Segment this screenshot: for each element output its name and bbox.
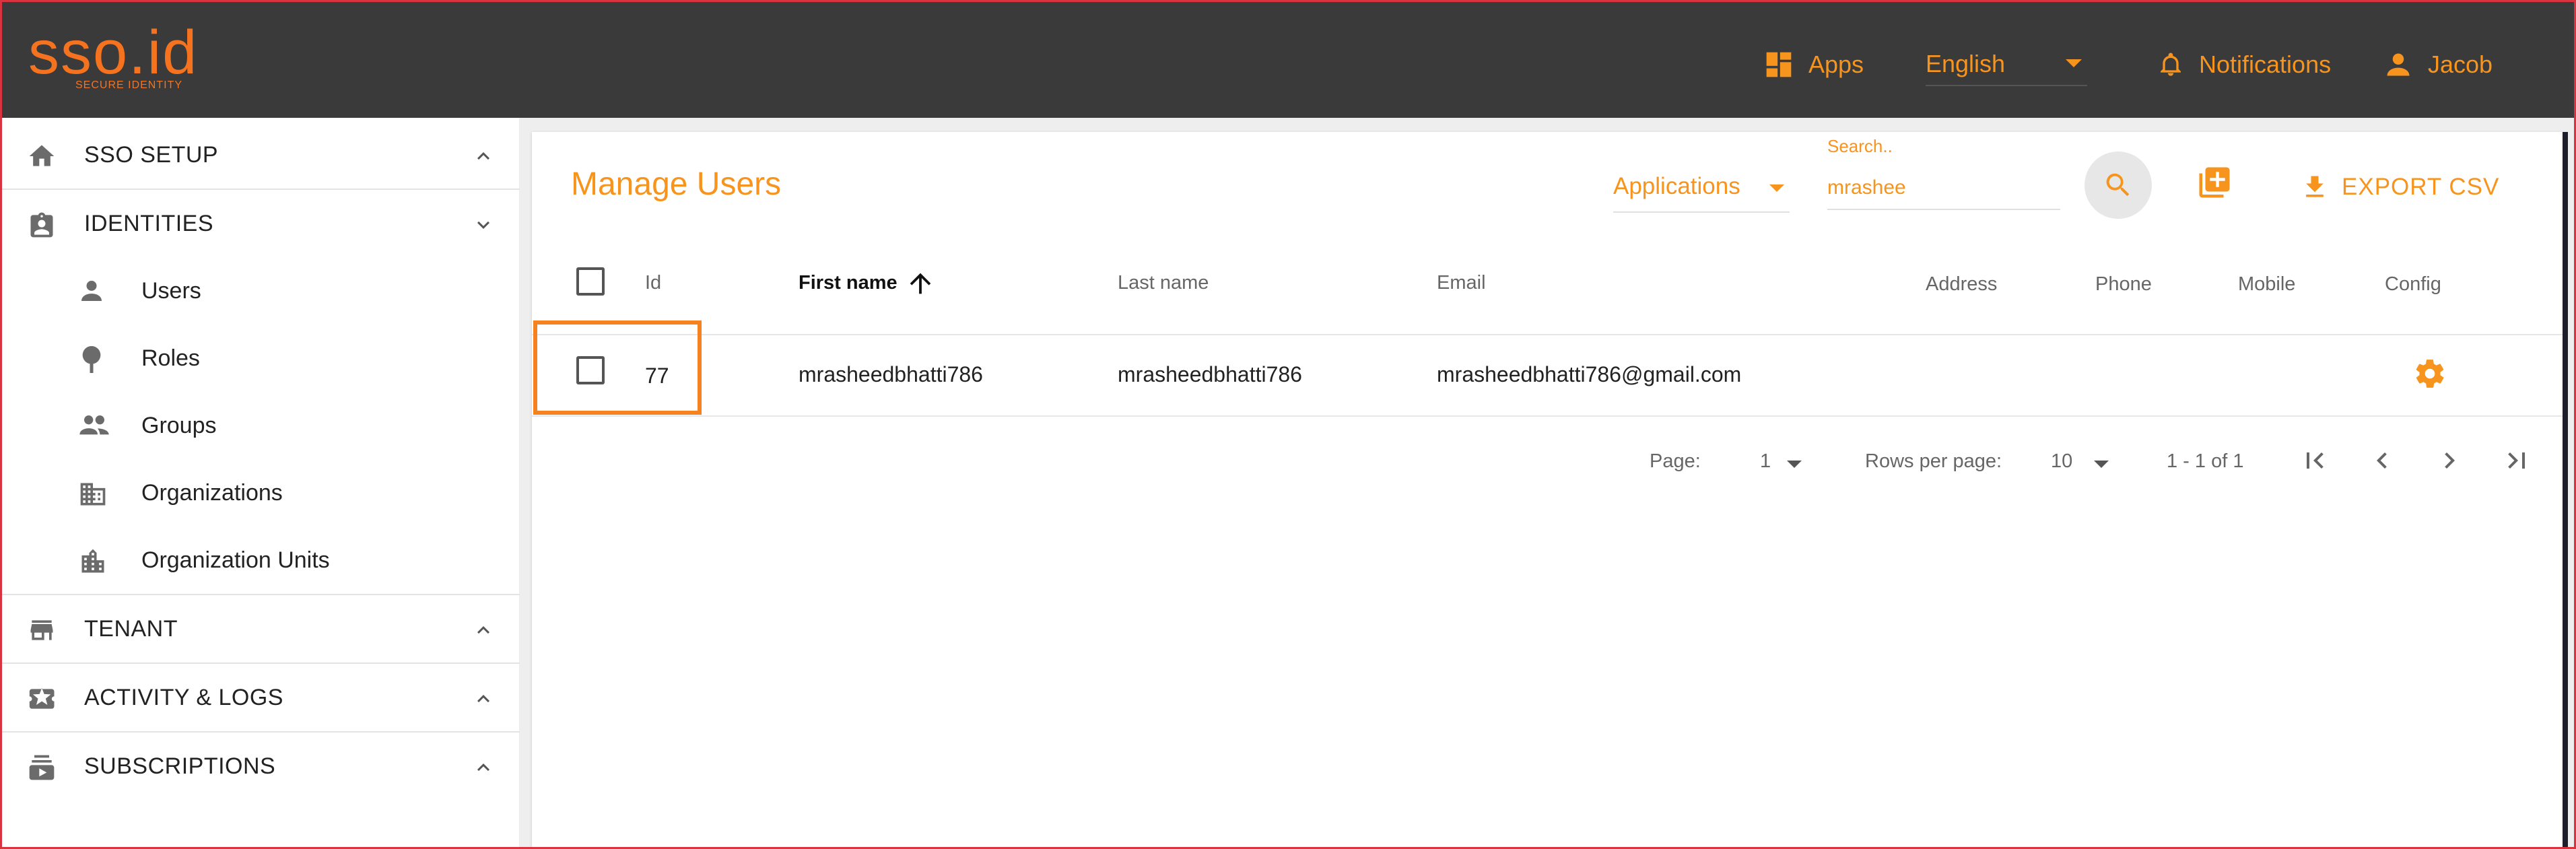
chevron-down-icon (1769, 184, 1784, 192)
chevron-up-icon[interactable] (471, 144, 496, 168)
column-header-id[interactable]: Id (645, 272, 661, 294)
sidebar-item-organization-units[interactable]: Organization Units (0, 527, 520, 594)
table-row-divider (532, 415, 2563, 417)
export-csv-label: EXPORT CSV (2342, 174, 2500, 200)
page-select-value: 1 (1760, 450, 1771, 472)
chevron-down-icon (2094, 461, 2109, 468)
select-all-checkbox[interactable] (576, 267, 605, 296)
search-input[interactable] (1827, 167, 2060, 210)
gear-icon[interactable] (2413, 357, 2447, 390)
add-user-button[interactable] (2196, 164, 2233, 204)
sidebar-section-label: SSO SETUP (84, 141, 219, 168)
scrollbar-edge (2563, 132, 2568, 849)
applications-select-value: Applications (1613, 173, 1740, 199)
sidebar-section-tenant[interactable]: TENANT (0, 595, 520, 663)
notifications-label: Notifications (2199, 50, 2332, 78)
sidebar-section-sso-setup[interactable]: SSO SETUP (0, 121, 520, 189)
chevron-down-icon[interactable] (471, 213, 496, 237)
building-icon (80, 483, 106, 506)
page-title: Manage Users (571, 166, 782, 202)
cell-first-name: mrasheedbhatti786 (799, 362, 983, 386)
first-page-icon[interactable] (2299, 444, 2331, 477)
sidebar-section-label: ACTIVITY & LOGS (84, 684, 283, 710)
user-menu-button[interactable]: Jacob (2383, 44, 2493, 85)
last-page-icon[interactable] (2501, 444, 2533, 477)
chevron-up-icon[interactable] (471, 618, 496, 642)
sidebar-item-organizations[interactable]: Organizations (0, 459, 520, 527)
sidebar-section-label: SUBSCRIPTIONS (84, 753, 276, 779)
rows-per-page-label: Rows per page: (1865, 450, 2002, 472)
chevron-down-icon (2066, 59, 2082, 67)
table-header-divider (532, 334, 2563, 335)
download-icon (2306, 176, 2324, 197)
badge-icon (30, 212, 53, 238)
add-box-icon (2199, 167, 2230, 198)
column-header-first-name[interactable]: First name (799, 272, 897, 294)
next-page-icon[interactable] (2433, 444, 2466, 477)
home-icon (29, 145, 55, 166)
search-icon (2106, 173, 2130, 197)
language-value: English (1926, 50, 2006, 77)
column-header-phone[interactable]: Phone (2095, 273, 2152, 296)
bell-icon (2161, 53, 2181, 76)
user-name: Jacob (2428, 50, 2493, 78)
column-header-address[interactable]: Address (1926, 273, 1997, 296)
brand-logo-text: sso.id (28, 18, 199, 87)
sidebar-section-activity-logs[interactable]: ACTIVITY & LOGS (0, 664, 520, 731)
cell-last-name: mrasheedbhatti786 (1118, 362, 1302, 386)
rows-per-page-value: 10 (2051, 450, 2073, 472)
sidebar-section-subscriptions[interactable]: SUBSCRIPTIONS (0, 733, 520, 800)
apps-label: Apps (1808, 50, 1864, 78)
column-header-mobile[interactable]: Mobile (2238, 273, 2295, 296)
arrow-up-sort-icon[interactable] (905, 268, 936, 299)
sidebar-item-roles[interactable]: Roles (0, 325, 520, 392)
applications-select[interactable]: Applications (1613, 162, 1790, 213)
sidebar-section-label: IDENTITIES (84, 210, 214, 236)
city-icon (81, 549, 104, 573)
chevron-up-icon[interactable] (471, 755, 496, 780)
person-icon (2387, 53, 2410, 76)
column-header-last-name[interactable]: Last name (1118, 272, 1209, 294)
sidebar-item-label: Users (141, 277, 201, 304)
column-header-config: Config (2385, 273, 2441, 295)
people-icon (79, 415, 109, 435)
apps-button[interactable]: Apps (1764, 44, 1864, 85)
brand-logo[interactable]: sso.id SECURE IDENTITY (28, 22, 230, 97)
export-csv-button[interactable]: EXPORT CSV (2300, 168, 2499, 206)
sidebar-item-label: Roles (141, 345, 200, 371)
column-header-email[interactable]: Email (1437, 272, 1486, 294)
sidebar-item-label: Organization Units (141, 547, 330, 573)
store-icon (30, 620, 53, 640)
sidebar-item-groups[interactable]: Groups (0, 392, 520, 459)
row-id-highlight-box (533, 320, 702, 415)
search-button[interactable] (2084, 151, 2152, 219)
sidebar-item-users[interactable]: Users (0, 257, 520, 325)
pin-icon (82, 346, 101, 373)
ticket-icon (29, 687, 55, 709)
language-select[interactable]: English (1926, 43, 2087, 86)
pagination-range: 1 - 1 of 1 (2167, 450, 2244, 472)
search-label: Search.. (1827, 136, 1893, 156)
sidebar-item-label: Groups (141, 412, 217, 438)
apps-grid-icon (1766, 52, 1792, 77)
person-icon (81, 281, 102, 301)
page-label: Page: (1650, 450, 1701, 472)
sidebar-section-label: TENANT (84, 615, 178, 642)
brand-tagline: SECURE IDENTITY (75, 79, 183, 91)
column-header-label: First name (799, 272, 897, 294)
cell-email: mrasheedbhatti786@gmail.com (1437, 362, 1742, 386)
users-card (532, 132, 2563, 849)
chevron-up-icon[interactable] (471, 687, 496, 711)
sidebar: SSO SETUP IDENTITIES Users Roles Groups … (0, 118, 520, 849)
sidebar-item-label: Organizations (141, 479, 283, 506)
chevron-down-icon (1787, 461, 1802, 468)
notifications-button[interactable]: Notifications (2157, 44, 2331, 85)
previous-page-icon[interactable] (2366, 444, 2398, 477)
subscriptions-icon (29, 755, 55, 780)
sidebar-section-identities[interactable]: IDENTITIES (0, 190, 520, 257)
top-app-bar: sso.id SECURE IDENTITY Apps English Noti… (0, 0, 2576, 118)
